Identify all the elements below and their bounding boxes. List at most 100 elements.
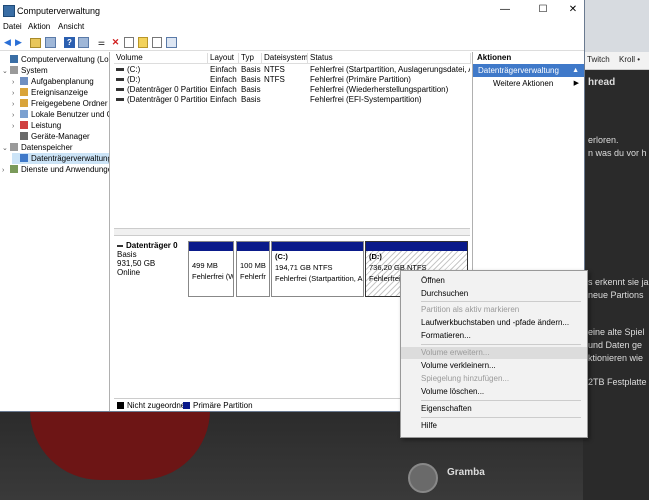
view-icon[interactable]: [78, 37, 89, 48]
table-cell[interactable]: Basis: [239, 85, 261, 95]
table-cell-text: Fehlerfrei (Primäre Partition): [310, 75, 411, 84]
submenu-arrow-icon: ▶: [573, 80, 579, 87]
context-menu-item: Volume erweitern...: [401, 347, 587, 359]
disk-label[interactable]: Datenträger 0 Basis 931,50 GB Online: [117, 241, 185, 295]
partition-status: Fehlerfr: [240, 272, 266, 281]
menu-aktion[interactable]: Aktion: [28, 22, 50, 31]
expand-icon[interactable]: ›: [2, 165, 10, 176]
menu-datei[interactable]: Datei: [3, 22, 22, 31]
tree-item-label: System: [21, 66, 48, 75]
table-cell-text: Einfach: [210, 75, 237, 84]
window-title: Computerverwaltung: [17, 6, 101, 16]
context-menu-item[interactable]: Öffnen: [401, 275, 587, 287]
tree-item-label: Ereignisanzeige: [31, 88, 88, 97]
table-cell[interactable]: Fehlerfrei (EFI-Systempartition): [308, 95, 470, 105]
table-cell[interactable]: (C:): [114, 65, 207, 75]
partition-efi[interactable]: 100 MB Fehlerfr: [236, 241, 270, 297]
table-cell[interactable]: Einfach: [208, 85, 238, 95]
tree-item-system[interactable]: ⌄ System: [2, 65, 48, 76]
table-cell[interactable]: Basis: [239, 95, 261, 105]
connect-icon[interactable]: ⚌: [96, 37, 107, 48]
table-cell[interactable]: NTFS: [262, 75, 307, 85]
close-button[interactable]: ✕: [563, 4, 583, 15]
col-header-layout[interactable]: Layout: [208, 53, 239, 64]
export-icon[interactable]: [138, 37, 148, 48]
expand-icon[interactable]: ⌄: [2, 66, 10, 77]
context-menu-item[interactable]: Volume verkleinern...: [401, 360, 587, 372]
table-cell[interactable]: Fehlerfrei (Primäre Partition): [308, 75, 470, 85]
forward-icon[interactable]: ▶: [13, 37, 24, 48]
disk-status: Online: [117, 268, 141, 277]
partition-recovery[interactable]: 499 MB Fehlerfrei (W: [188, 241, 234, 297]
expand-icon[interactable]: ⌄: [2, 143, 10, 154]
toolbar: ◀ ▶ ? ⚌ ✕: [0, 34, 584, 51]
tree-item-label: Datenspeicher: [21, 143, 73, 152]
pane-splitter[interactable]: [114, 228, 470, 236]
actions-section-disk-management[interactable]: Datenträgerverwaltung ▲: [473, 64, 584, 77]
tab-twitch[interactable]: Twitch: [587, 55, 610, 64]
document-icon[interactable]: [152, 37, 162, 48]
tree-item-freigegebene-ordner[interactable]: › Freigegebene Ordner: [12, 98, 108, 109]
menu-ansicht[interactable]: Ansicht: [58, 22, 84, 31]
help-icon[interactable]: ?: [64, 37, 75, 48]
context-menu-item[interactable]: Hilfe: [401, 420, 587, 432]
maximize-button[interactable]: ☐: [533, 4, 553, 15]
table-cell[interactable]: Fehlerfrei (Startpartition, Auslagerungs…: [308, 65, 470, 75]
tree-item-datenspeicher[interactable]: ⌄ Datenspeicher: [2, 142, 73, 153]
tree-item-datenträgerverwaltung[interactable]: Datenträgerverwaltung: [12, 153, 110, 164]
partition-c[interactable]: (C:) 194,71 GB NTFS Fehlerfrei (Startpar…: [271, 241, 364, 297]
table-cell-text: (Datenträger 0 Partition 2): [127, 95, 207, 104]
table-cell[interactable]: [262, 85, 307, 95]
disk-type: Basis: [117, 250, 137, 259]
back-icon[interactable]: ◀: [2, 37, 13, 48]
tree-item-aufgabenplanung[interactable]: › Aufgabenplanung: [12, 76, 94, 87]
avatar[interactable]: [408, 463, 438, 493]
tree-node-icon: [10, 143, 18, 151]
minimize-button[interactable]: —: [495, 4, 515, 15]
table-cell[interactable]: NTFS: [262, 65, 307, 75]
tree-node-icon: [20, 132, 28, 140]
refresh-icon[interactable]: [166, 37, 177, 48]
tree-item-leistung[interactable]: › Leistung: [12, 120, 61, 131]
tree-item-dienste-und-anwendungen[interactable]: › Dienste und Anwendungen: [2, 164, 109, 176]
table-cell-text: Basis: [241, 65, 261, 74]
table-cell-text: (Datenträger 0 Partition 1): [127, 85, 207, 94]
context-menu-item[interactable]: Eigenschaften: [401, 403, 587, 415]
context-menu-item[interactable]: Laufwerkbuchstaben und -pfade ändern...: [401, 317, 587, 329]
table-cell[interactable]: (Datenträger 0 Partition 2): [114, 95, 207, 105]
table-cell[interactable]: (Datenträger 0 Partition 1): [114, 85, 207, 95]
col-header-status[interactable]: Status: [308, 53, 471, 64]
delete-icon[interactable]: ✕: [110, 37, 121, 48]
table-cell[interactable]: Basis: [239, 75, 261, 85]
tab-kroll[interactable]: Kroll •: [619, 55, 640, 64]
col-header-typ[interactable]: Typ: [239, 53, 262, 64]
context-menu-item[interactable]: Volume löschen...: [401, 386, 587, 398]
table-cell[interactable]: (D:): [114, 75, 207, 85]
context-menu-item[interactable]: Durchsuchen: [401, 288, 587, 300]
tree-item-label: Datenträgerverwaltung: [31, 154, 110, 163]
folder-up-icon[interactable]: [30, 38, 41, 48]
table-cell[interactable]: [262, 95, 307, 105]
properties-icon[interactable]: [124, 37, 134, 48]
tree-item-label: Leistung: [31, 121, 62, 130]
tree-item-geräte-manager[interactable]: Geräte-Manager: [12, 131, 90, 142]
tree-item-label: Freigegebene Ordner: [31, 99, 108, 108]
table-cell[interactable]: Einfach: [208, 95, 238, 105]
table-cell[interactable]: Basis: [239, 65, 261, 75]
table-cell[interactable]: Einfach: [208, 65, 238, 75]
tree-item-computerverwaltung-lokal[interactable]: Computerverwaltung (Lokal): [2, 54, 109, 65]
col-header-dateisystem[interactable]: Dateisystem: [262, 53, 308, 64]
context-menu-item[interactable]: Formatieren...: [401, 330, 587, 342]
author-name[interactable]: Gramba: [447, 467, 485, 478]
console-tree-icon[interactable]: [45, 37, 56, 48]
table-cell-text: Fehlerfrei (EFI-Systempartition): [310, 95, 422, 104]
tree-item-lokale-benutzer-und-gr[interactable]: › Lokale Benutzer und Gr: [12, 109, 110, 120]
tree-item-label: Lokale Benutzer und Gr: [31, 110, 110, 119]
col-header-volume[interactable]: Volume: [114, 53, 208, 64]
more-actions[interactable]: Weitere Aktionen ▶: [473, 77, 584, 90]
table-cell[interactable]: Fehlerfrei (Wiederherstellungspartition): [308, 85, 470, 95]
title-bar[interactable]: Computerverwaltung — ☐ ✕: [0, 0, 584, 22]
tree-item-ereignisanzeige[interactable]: › Ereignisanzeige: [12, 87, 88, 98]
table-cell[interactable]: Einfach: [208, 75, 238, 85]
table-cell-text: NTFS: [264, 75, 285, 84]
